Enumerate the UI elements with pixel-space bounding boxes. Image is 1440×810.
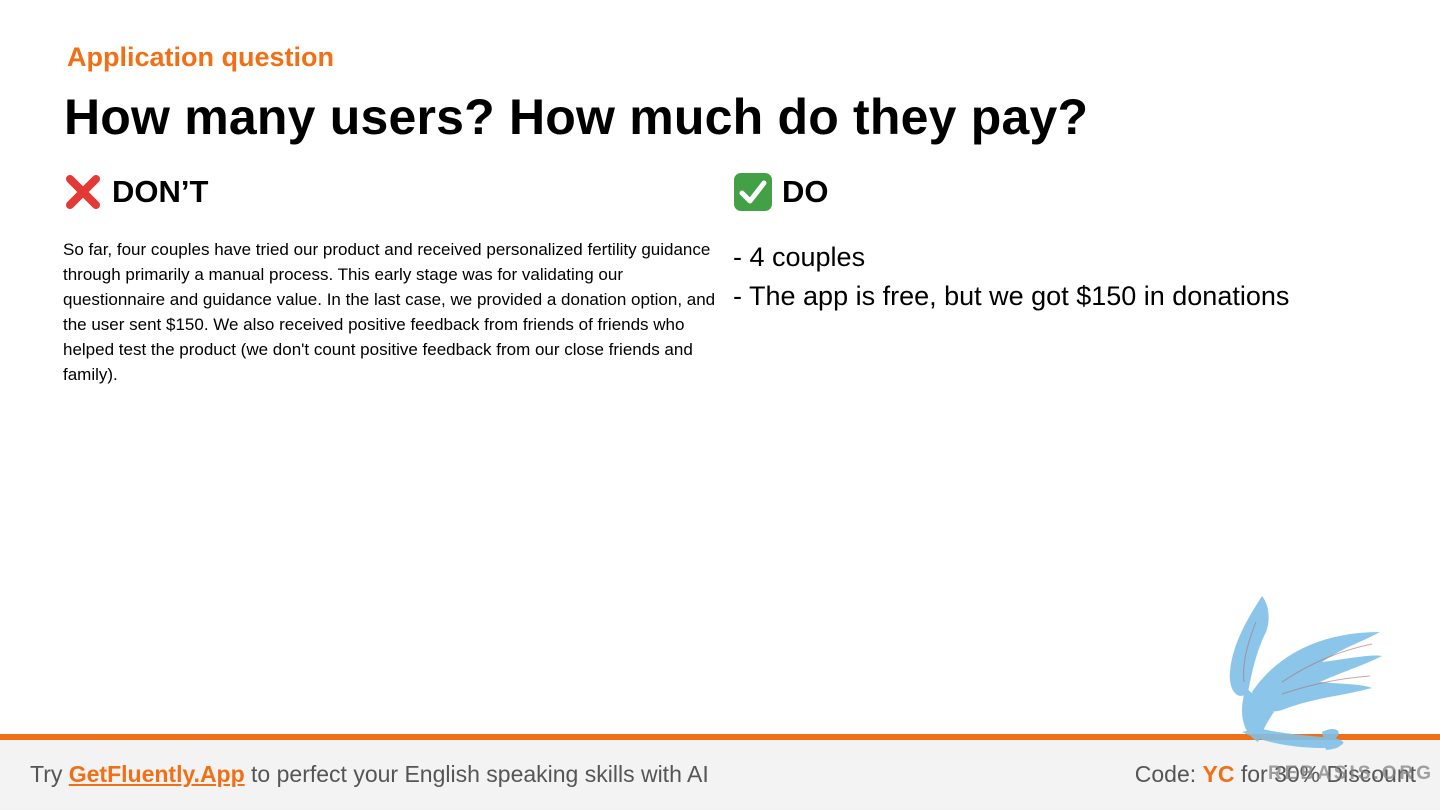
list-item: - 4 couples [733,242,866,272]
slide-title: How many users? How much do they pay? [64,89,1089,145]
eyebrow-label: Application question [67,42,334,72]
list-item: - The app is free, but we got $150 in do… [733,281,1290,311]
footer-prefix: Try [30,761,69,787]
do-heading-label: DO [782,174,829,209]
cross-mark-icon [63,172,103,212]
slide: Application question How many users? How… [0,0,1440,810]
getfluently-link[interactable]: GetFluently.App [69,761,245,787]
dont-paragraph: So far, four couples have tried our prod… [63,240,716,384]
griffin-watermark-icon [1222,592,1392,762]
check-mark-icon [733,172,773,212]
code-prefix: Code: [1134,761,1203,787]
discount-code: YC [1202,761,1235,787]
do-heading: DO [733,172,829,212]
footer-promo: Try GetFluently.App to perfect your Engl… [30,761,709,788]
watermark-text: REBASIS.ORG [1267,763,1434,784]
do-list: - 4 couples - The app is free, but we go… [733,238,1289,316]
dont-heading: DON’T [63,172,208,212]
footer-suffix: to perfect your English speaking skills … [244,761,709,787]
dont-heading-label: DON’T [112,174,209,209]
